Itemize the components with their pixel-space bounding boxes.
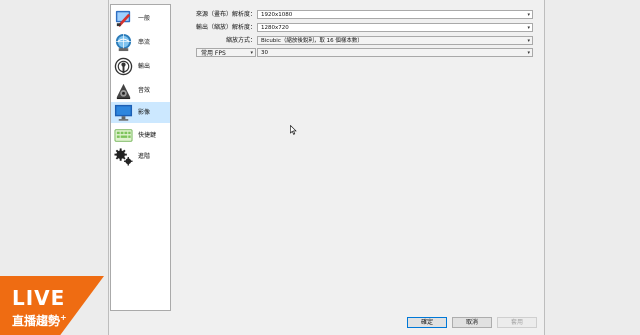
chevron-down-icon: ▾ (527, 38, 530, 44)
sidebar-item-label: 進階 (138, 153, 151, 160)
base-resolution-combobox[interactable]: 1920x1080 ▾ (257, 10, 533, 19)
badge-subtitle-text: 直播趨勢 (12, 314, 61, 328)
sidebar-item-label: 一般 (138, 15, 151, 22)
sidebar-item-audio[interactable]: 音效 (111, 80, 170, 101)
base-resolution-label: 來源（畫布）解析度： (195, 11, 256, 18)
chevron-down-icon: ▾ (250, 50, 253, 56)
settings-sidebar: 一般 串流 輸出 音效 影像 快捷鍵 進階 (110, 4, 171, 311)
audio-icon (116, 83, 131, 100)
mouse-cursor-icon (290, 125, 297, 135)
fps-value: 30 (261, 50, 268, 56)
fps-value-select[interactable]: 30 ▾ (257, 48, 533, 57)
cancel-button[interactable]: 取消 (452, 317, 492, 328)
sidebar-item-label: 輸出 (138, 63, 151, 70)
badge-title: LIVE (12, 286, 66, 310)
sidebar-item-advanced[interactable]: 進階 (111, 146, 170, 167)
sidebar-item-output[interactable]: 輸出 (111, 56, 170, 77)
sidebar-item-label: 快捷鍵 (138, 132, 157, 139)
output-icon (114, 57, 133, 76)
fps-type-select[interactable]: 常用 FPS ▾ (196, 48, 256, 57)
sidebar-item-label: 影像 (138, 109, 151, 116)
ok-button[interactable]: 確定 (407, 317, 447, 328)
video-icon (114, 104, 133, 121)
sidebar-item-label: 音效 (138, 87, 151, 94)
output-resolution-label: 輸出（縮放）解析度： (195, 24, 256, 31)
base-resolution-value: 1920x1080 (261, 12, 293, 18)
output-resolution-combobox[interactable]: 1280x720 ▾ (257, 23, 533, 32)
stream-icon (115, 33, 132, 52)
live-trend-badge: LIVE 直播趨勢+ (0, 276, 104, 335)
sidebar-item-stream[interactable]: 串流 (111, 32, 170, 53)
apply-button[interactable]: 套用 (497, 317, 537, 328)
downscale-filter-value: Bicubic（縮放後銳利，取 16 個樣本數） (261, 38, 363, 44)
sidebar-item-general[interactable]: 一般 (111, 8, 170, 29)
general-icon (115, 10, 131, 28)
sidebar-item-hotkeys[interactable]: 快捷鍵 (111, 125, 170, 146)
output-resolution-value: 1280x720 (261, 25, 289, 31)
fps-type-label: 常用 FPS (201, 50, 226, 57)
badge-plus: + (60, 313, 67, 322)
chevron-down-icon: ▾ (527, 12, 530, 18)
badge-subtitle: 直播趨勢+ (12, 311, 67, 328)
chevron-down-icon: ▾ (527, 25, 530, 31)
advanced-icon (114, 148, 133, 166)
hotkeys-icon (114, 129, 133, 142)
downscale-filter-label: 縮放方式： (225, 37, 256, 44)
chevron-down-icon: ▾ (527, 50, 530, 56)
sidebar-item-label: 串流 (138, 39, 151, 46)
downscale-filter-select[interactable]: Bicubic（縮放後銳利，取 16 個樣本數） ▾ (257, 36, 533, 45)
sidebar-item-video[interactable]: 影像 (111, 102, 170, 123)
